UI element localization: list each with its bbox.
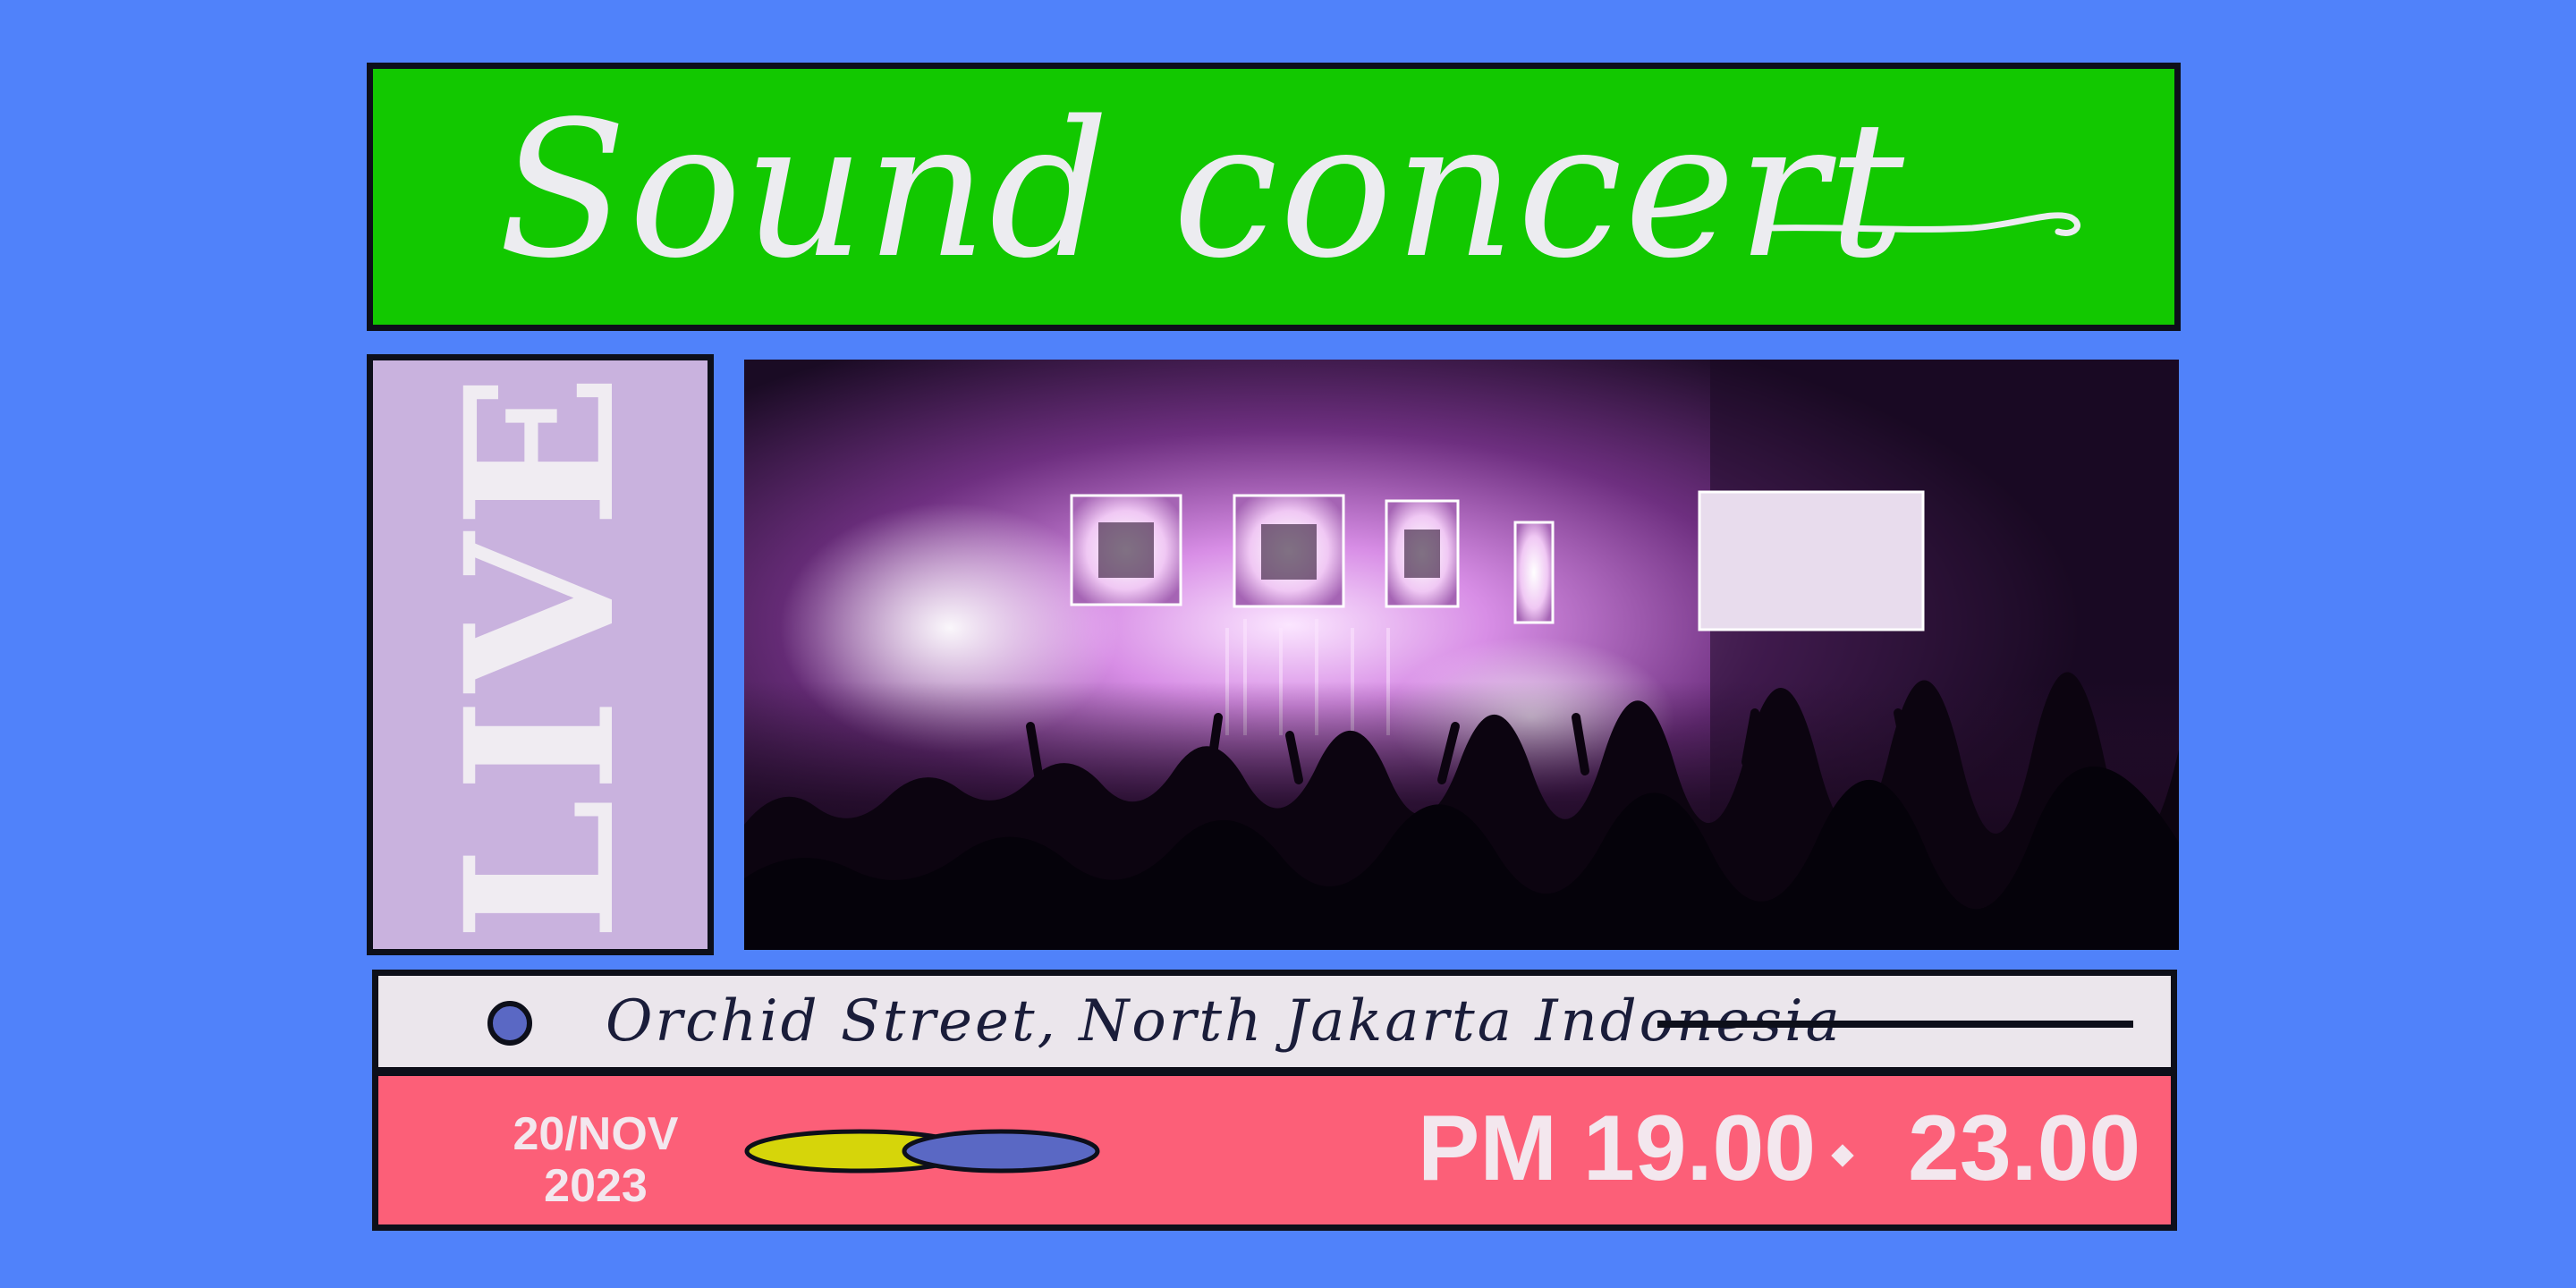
title-swash-flourish <box>1767 212 2080 236</box>
address-divider-line <box>1657 1021 2133 1028</box>
concert-crowd-photo-icon <box>744 360 2179 950</box>
concert-photo <box>744 360 2179 950</box>
event-date-day-month: 20/NOV <box>513 1108 679 1160</box>
live-panel: LIVE <box>367 354 714 955</box>
date-time-bar: 20/NOV 2023 PM 19.00 23.00 <box>372 1070 2177 1231</box>
blue-pill-shape <box>902 1129 1100 1174</box>
end-time: 23.00 <box>1908 1097 2141 1200</box>
title-banner: Sound concert <box>367 63 2181 331</box>
live-label: LIVE <box>420 368 660 942</box>
event-title: Sound concert <box>498 80 1906 300</box>
location-dot-icon <box>487 1001 532 1046</box>
start-time: PM 19.00 <box>1418 1097 1817 1200</box>
time-separator-diamond-icon <box>1831 1144 1854 1167</box>
event-date: 20/NOV 2023 <box>493 1108 699 1212</box>
event-date-year: 2023 <box>544 1160 648 1212</box>
decorative-pills <box>744 1129 1100 1174</box>
address-bar: Orchid Street, North Jakarta Indonesia <box>372 970 2177 1073</box>
